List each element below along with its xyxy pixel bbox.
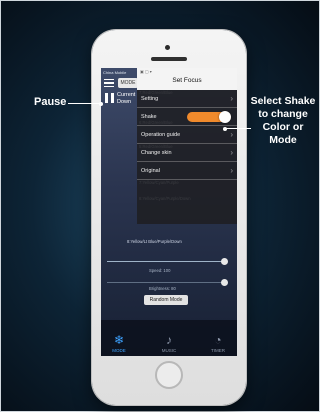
status-bar-carrier: China Mobile xyxy=(103,70,127,75)
timer-icon: ◔ xyxy=(214,333,222,347)
earpiece-speaker xyxy=(151,57,187,61)
nav-music-label: MUSIC xyxy=(161,348,177,353)
nav-timer[interactable]: ◔ TIMER xyxy=(198,333,237,353)
settings-panel-header: ▣ ▢ ▾ Set Focus xyxy=(137,68,237,90)
settings-row-operation-guide[interactable]: Operation guide › xyxy=(137,126,237,144)
nav-timer-label: TIMER xyxy=(211,348,225,353)
snowflake-icon: ❄ xyxy=(113,333,125,347)
settings-row-label: Shake xyxy=(141,114,157,120)
home-button[interactable] xyxy=(155,361,183,389)
menu-icon[interactable] xyxy=(104,79,114,88)
chevron-right-icon: › xyxy=(230,166,233,175)
speed-slider-knob[interactable] xyxy=(221,258,228,265)
brightness-slider-track[interactable] xyxy=(107,282,225,283)
settings-row-label: Operation guide xyxy=(141,132,181,138)
settings-panel: ▣ ▢ ▾ Set Focus Setting › Shake Operatio… xyxy=(137,68,237,224)
random-mode-button[interactable]: Random Mode xyxy=(144,295,188,305)
settings-row-label: Setting xyxy=(141,96,159,102)
bottom-nav: ❄ MODE ♪ MUSIC ◔ TIMER xyxy=(101,320,237,356)
app-screen: China Mobile MODE Current Down 7:Red/Gre… xyxy=(101,68,237,356)
chevron-right-icon: › xyxy=(230,94,233,103)
pause-pointer-line xyxy=(68,100,103,107)
shake-annotation: Select Shake to change Color or Mode xyxy=(248,95,318,147)
shake-annotation-line2: to change xyxy=(258,108,308,120)
panel-status-icons: ▣ ▢ ▾ xyxy=(140,69,152,74)
panel-title: Set Focus xyxy=(172,77,202,84)
shake-annotation-line3: Color or Mode xyxy=(262,121,304,146)
shake-pointer-line xyxy=(223,125,251,132)
settings-row-setting[interactable]: Setting › xyxy=(137,90,237,108)
brightness-label: Brightness: 80 xyxy=(149,286,176,291)
front-camera xyxy=(165,45,170,50)
settings-row-label: Change skin xyxy=(141,150,172,156)
nav-mode-label: MODE xyxy=(112,348,126,353)
shake-annotation-line1: Select Shake xyxy=(250,95,316,107)
settings-row-original[interactable]: Original › xyxy=(137,162,237,180)
chevron-right-icon: › xyxy=(230,148,233,157)
list-item[interactable]: 8:Yellow/Lt Blue/Purple/Down xyxy=(127,239,182,244)
settings-row-shake[interactable]: Shake xyxy=(137,108,237,126)
phone-mockup: China Mobile MODE Current Down 7:Red/Gre… xyxy=(92,30,246,405)
tab-mode[interactable]: MODE xyxy=(118,78,138,88)
nav-mode[interactable]: ❄ MODE xyxy=(101,333,139,353)
settings-row-label: Original xyxy=(141,168,160,174)
nav-music[interactable]: ♪ MUSIC xyxy=(149,333,189,353)
settings-row-change-skin[interactable]: Change skin › xyxy=(137,144,237,162)
brightness-slider-knob[interactable] xyxy=(221,279,228,286)
speed-label: Speed: 100 xyxy=(149,268,171,273)
music-note-icon: ♪ xyxy=(166,333,172,347)
speed-slider-track[interactable] xyxy=(107,261,225,262)
shake-toggle[interactable] xyxy=(187,111,231,123)
pause-icon[interactable] xyxy=(105,93,114,103)
toggle-knob xyxy=(219,111,231,123)
pause-annotation: Pause xyxy=(34,96,67,108)
chevron-right-icon: › xyxy=(230,130,233,139)
